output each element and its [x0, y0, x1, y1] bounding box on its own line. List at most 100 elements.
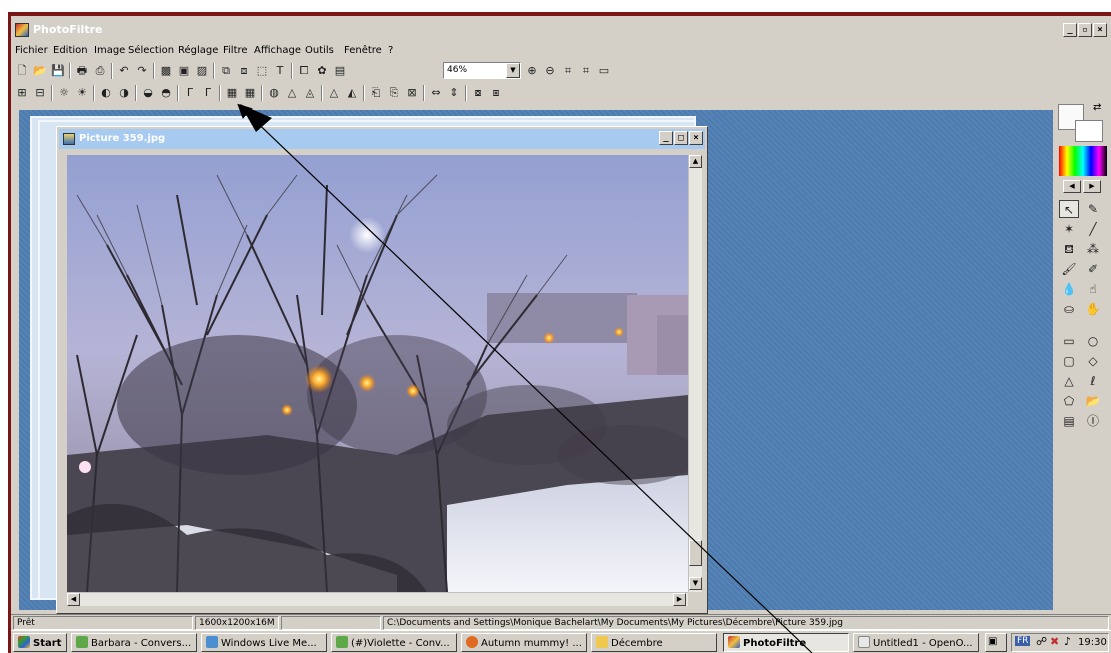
menu-outils[interactable]: Outils: [305, 45, 334, 56]
diamond-icon[interactable]: ◇: [1083, 352, 1103, 370]
color-palette[interactable]: [1059, 146, 1107, 176]
zoom-out-icon[interactable]: ⊖: [543, 64, 557, 78]
start-button[interactable]: Start: [13, 633, 67, 652]
grayscale-icon[interactable]: ▩: [159, 64, 173, 78]
triangle-icon[interactable]: △: [1059, 372, 1079, 390]
doc-maximize-button[interactable]: □: [674, 131, 688, 145]
scroll-right-icon[interactable]: ▶: [673, 593, 686, 606]
text-icon[interactable]: T: [273, 64, 287, 78]
browser-icon[interactable]: ▤: [333, 64, 347, 78]
doc-minimize-button[interactable]: _: [659, 131, 673, 145]
quick-launch-icon[interactable]: ▣: [985, 633, 1007, 652]
text-cursor-icon[interactable]: Ⓘ: [1083, 412, 1103, 430]
saturation-plus-icon[interactable]: ◓: [159, 86, 173, 100]
palette-next-icon[interactable]: ▶: [1083, 180, 1101, 193]
rounded-rect-icon[interactable]: ▢: [1059, 352, 1079, 370]
sharpen-icon[interactable]: ◬: [303, 86, 317, 100]
plugin-icon[interactable]: ✿: [315, 64, 329, 78]
menu-help[interactable]: ?: [388, 45, 393, 56]
taskbar-item-live-messenger[interactable]: Windows Live Me...: [201, 633, 327, 652]
flip-vertical-icon[interactable]: ⇕: [447, 86, 461, 100]
spray-icon[interactable]: ⁂: [1083, 240, 1103, 258]
blur-drop-icon[interactable]: 💧: [1059, 280, 1079, 298]
close-button[interactable]: ×: [1093, 23, 1107, 37]
redo-icon[interactable]: ↷: [135, 64, 149, 78]
fit-window-icon[interactable]: ⌗: [579, 64, 593, 78]
photo-canvas[interactable]: [67, 155, 688, 592]
menu-selection[interactable]: Sélection: [128, 45, 174, 56]
brightness-plus-icon[interactable]: ☀: [75, 86, 89, 100]
contrast-minus-icon[interactable]: ◐: [99, 86, 113, 100]
frame-icon[interactable]: ⧇: [471, 86, 485, 100]
full-screen-icon[interactable]: ▭: [597, 64, 611, 78]
hand-icon[interactable]: ✋: [1083, 300, 1103, 318]
mosaic-icon[interactable]: ▦: [243, 86, 257, 100]
network-icon[interactable]: ☍: [1036, 635, 1047, 648]
taskbar-item-violette[interactable]: (#)Violette - Conv...: [331, 633, 457, 652]
print-icon[interactable]: 🖶: [75, 64, 89, 78]
app-icon[interactable]: [15, 23, 29, 37]
taskbar-item-barbara[interactable]: Barbara - Convers...: [71, 633, 197, 652]
scroll-down-icon[interactable]: ▼: [689, 577, 702, 590]
new-file-icon[interactable]: 🗋: [15, 64, 29, 78]
scanner-icon[interactable]: ⎙: [93, 64, 107, 78]
rotate-left-icon[interactable]: ⎗: [369, 86, 383, 100]
copy-icon[interactable]: ⧉: [219, 64, 233, 78]
select-all-icon[interactable]: ▤: [1059, 412, 1079, 430]
zoom-in-icon[interactable]: ⊕: [525, 64, 539, 78]
menu-fenetre[interactable]: Fenêtre: [344, 45, 382, 56]
scroll-up-icon[interactable]: ▲: [689, 155, 702, 168]
soften-icon[interactable]: ◍: [267, 86, 281, 100]
doc-close-button[interactable]: ×: [689, 131, 703, 145]
taskbar-item-photofiltre[interactable]: PhotoFiltre: [723, 633, 849, 652]
gamma-plus-icon[interactable]: Γ: [201, 86, 215, 100]
menu-affichage[interactable]: Affichage: [254, 45, 301, 56]
rectangle-icon[interactable]: ▭: [1059, 332, 1079, 350]
border-icon[interactable]: ⧆: [489, 86, 503, 100]
save-icon[interactable]: 💾: [51, 64, 65, 78]
scroll-thumb-vertical[interactable]: [689, 540, 702, 566]
taskbar-item-autumn[interactable]: Autumn mummy! ...: [461, 633, 587, 652]
scroll-left-icon[interactable]: ◀: [67, 593, 80, 606]
rotate-right-icon[interactable]: ⎘: [387, 86, 401, 100]
document-title-bar[interactable]: Picture 359.jpg _ □ ×: [59, 129, 705, 149]
title-bar[interactable]: PhotoFiltre _ ▫ ×: [11, 16, 1111, 44]
document-icon[interactable]: [63, 133, 75, 145]
chevron-down-icon[interactable]: ▼: [506, 63, 520, 78]
paste-icon[interactable]: ⧈: [237, 64, 251, 78]
clone-stamp-icon[interactable]: ⛀: [1059, 300, 1079, 318]
auto-levels-icon[interactable]: ⊞: [15, 86, 29, 100]
lasso-icon[interactable]: ℓ: [1083, 372, 1103, 390]
menu-fichier[interactable]: Fichier: [15, 45, 48, 56]
contrast-plus-icon[interactable]: ◑: [117, 86, 131, 100]
brush-icon[interactable]: 🖌: [1059, 260, 1079, 278]
advanced-brush-icon[interactable]: ✐: [1083, 260, 1103, 278]
language-indicator[interactable]: FR: [1015, 636, 1031, 646]
gamma-minus-icon[interactable]: Γ: [183, 86, 197, 100]
open-folder-icon[interactable]: 📂: [33, 64, 47, 78]
selection-arrow-icon[interactable]: ↖: [1059, 200, 1079, 218]
fill-bucket-icon[interactable]: ⛾: [1059, 240, 1079, 258]
crop-icon[interactable]: ⬚: [255, 64, 269, 78]
menu-image[interactable]: Image: [94, 45, 125, 56]
emboss-icon[interactable]: △: [327, 86, 341, 100]
brightness-minus-icon[interactable]: ☼: [57, 86, 71, 100]
grid-icon[interactable]: ▦: [225, 86, 239, 100]
transparency-icon[interactable]: ▨: [195, 64, 209, 78]
relief-icon[interactable]: ◭: [345, 86, 359, 100]
volume-icon[interactable]: ♪: [1064, 635, 1071, 648]
swap-colors-icon[interactable]: ⇄: [1093, 102, 1101, 113]
blur-icon[interactable]: △: [285, 86, 299, 100]
layers-icon[interactable]: ⧠: [297, 64, 311, 78]
taskbar-item-openoffice[interactable]: Untitled1 - OpenO...: [853, 633, 979, 652]
palette-prev-icon[interactable]: ◀: [1063, 180, 1081, 193]
background-color-swatch[interactable]: [1075, 120, 1103, 142]
saturation-minus-icon[interactable]: ◒: [141, 86, 155, 100]
taskbar-item-decembre[interactable]: Décembre: [591, 633, 717, 652]
actual-size-icon[interactable]: ⌗: [561, 64, 575, 78]
minimize-button[interactable]: _: [1063, 23, 1077, 37]
ellipse-icon[interactable]: ○: [1083, 332, 1103, 350]
document-window[interactable]: Picture 359.jpg _ □ × ▲ ▼ ◀ ▶: [56, 126, 708, 614]
zoom-dropdown[interactable]: 46% ▼: [443, 62, 521, 79]
eyedropper-icon[interactable]: ✎: [1083, 200, 1103, 218]
